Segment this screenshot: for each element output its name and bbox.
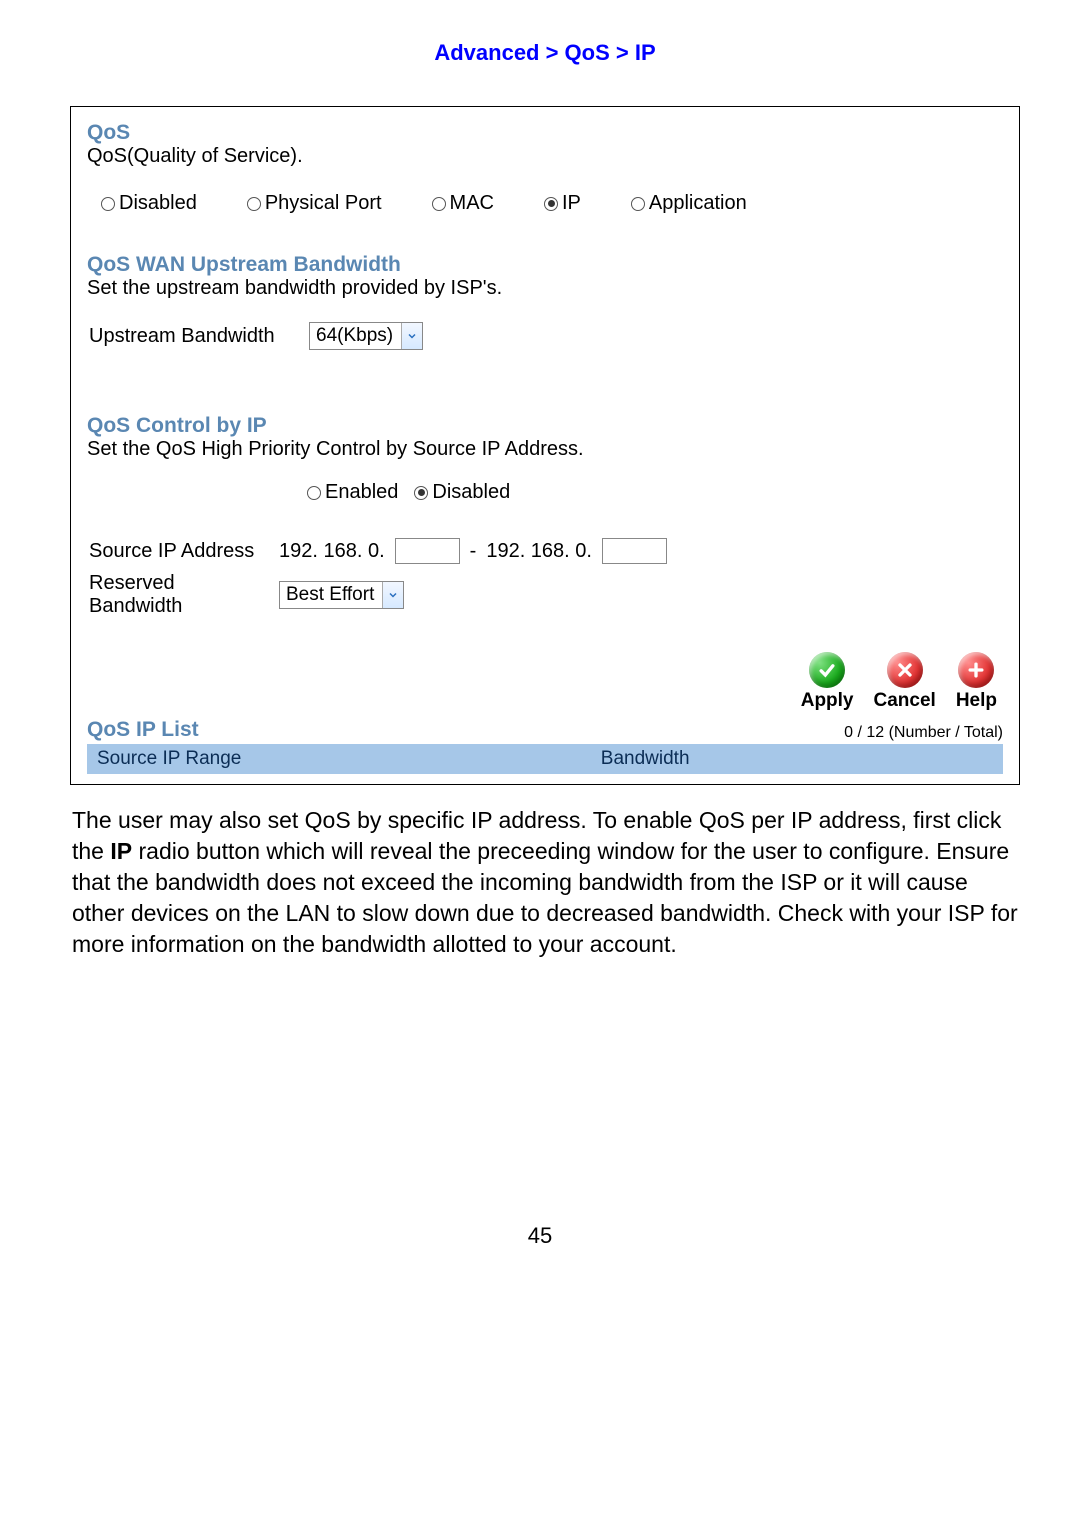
qos-mode-application[interactable]: Application — [631, 192, 747, 215]
source-ip-prefix-start: 192. 168. 0. — [279, 540, 385, 563]
qos-list-table: Source IP Range Bandwidth — [87, 744, 1003, 774]
control-desc: Set the QoS High Priority Control by Sou… — [87, 438, 1003, 461]
radio-label: Application — [649, 192, 747, 215]
radio-label: Disabled — [432, 481, 510, 504]
chevron-down-icon — [382, 582, 403, 608]
radio-icon — [432, 197, 446, 211]
chevron-down-icon — [401, 323, 422, 349]
apply-label: Apply — [801, 690, 854, 712]
control-enable-radio-group: Enabled Disabled — [87, 481, 1003, 504]
radio-icon — [101, 197, 115, 211]
col-source-ip-range: Source IP Range — [87, 744, 591, 774]
reserved-bandwidth-row: Reserved Bandwidth Best Effort — [87, 568, 1003, 622]
select-value: 64(Kbps) — [310, 325, 401, 347]
upstream-title: QoS WAN Upstream Bandwidth — [87, 253, 1003, 277]
source-ip-row: Source IP Address 192. 168. 0. - 192. 16… — [87, 534, 1003, 568]
radio-label: IP — [562, 192, 581, 215]
radio-icon — [307, 486, 321, 500]
select-value: Best Effort — [280, 584, 382, 606]
radio-label: Disabled — [119, 192, 197, 215]
apply-button[interactable]: Apply — [801, 652, 854, 712]
table-header-row: Source IP Range Bandwidth — [87, 744, 1003, 774]
qos-mode-disabled[interactable]: Disabled — [101, 192, 197, 215]
radio-icon — [544, 197, 558, 211]
help-button[interactable]: Help — [956, 652, 997, 712]
help-label: Help — [956, 690, 997, 712]
radio-label: Enabled — [325, 481, 398, 504]
upstream-desc: Set the upstream bandwidth provided by I… — [87, 277, 1003, 300]
control-title: QoS Control by IP — [87, 414, 1003, 438]
page-number: 45 — [0, 1223, 1080, 1249]
upstream-bandwidth-label: Upstream Bandwidth — [89, 325, 299, 348]
body-text-bold: IP — [110, 838, 132, 864]
check-icon — [809, 652, 845, 688]
control-disabled[interactable]: Disabled — [414, 481, 510, 504]
radio-icon — [414, 486, 428, 500]
x-icon — [887, 652, 923, 688]
radio-icon — [247, 197, 261, 211]
qos-mode-physical-port[interactable]: Physical Port — [247, 192, 382, 215]
qos-mode-ip[interactable]: IP — [544, 192, 581, 215]
radio-label: MAC — [450, 192, 494, 215]
source-ip-end-input[interactable] — [602, 538, 667, 564]
reserved-bandwidth-label: Reserved Bandwidth — [89, 572, 269, 618]
plus-icon — [958, 652, 994, 688]
radio-label: Physical Port — [265, 192, 382, 215]
qos-title: QoS — [87, 121, 1003, 145]
reserved-bandwidth-select[interactable]: Best Effort — [279, 581, 404, 609]
qos-list-header: QoS IP List 0 / 12 (Number / Total) — [87, 718, 1003, 742]
qos-list-title: QoS IP List — [87, 718, 199, 742]
body-text-2: radio button which will reveal the prece… — [72, 838, 1018, 957]
cancel-button[interactable]: Cancel — [874, 652, 936, 712]
qos-mode-mac[interactable]: MAC — [432, 192, 494, 215]
qos-desc: QoS(Quality of Service). — [87, 145, 1003, 168]
radio-icon — [631, 197, 645, 211]
breadcrumb: Advanced > QoS > IP — [70, 40, 1020, 66]
cancel-label: Cancel — [874, 690, 936, 712]
control-enabled[interactable]: Enabled — [307, 481, 398, 504]
qos-mode-radio-group: Disabled Physical Port MAC IP Applicatio… — [87, 186, 1003, 233]
upstream-bandwidth-row: Upstream Bandwidth 64(Kbps) — [87, 318, 1003, 354]
explanatory-text: The user may also set QoS by specific IP… — [70, 805, 1020, 960]
source-ip-prefix-end: 192. 168. 0. — [486, 540, 592, 563]
qos-panel: QoS QoS(Quality of Service). Disabled Ph… — [70, 106, 1020, 785]
col-bandwidth: Bandwidth — [591, 744, 1003, 774]
upstream-bandwidth-select[interactable]: 64(Kbps) — [309, 322, 423, 350]
action-bar: Apply Cancel Help — [87, 652, 1003, 712]
source-ip-dash: - — [470, 540, 477, 563]
source-ip-start-input[interactable] — [395, 538, 460, 564]
qos-list-count: 0 / 12 (Number / Total) — [844, 724, 1003, 742]
source-ip-label: Source IP Address — [89, 540, 269, 563]
